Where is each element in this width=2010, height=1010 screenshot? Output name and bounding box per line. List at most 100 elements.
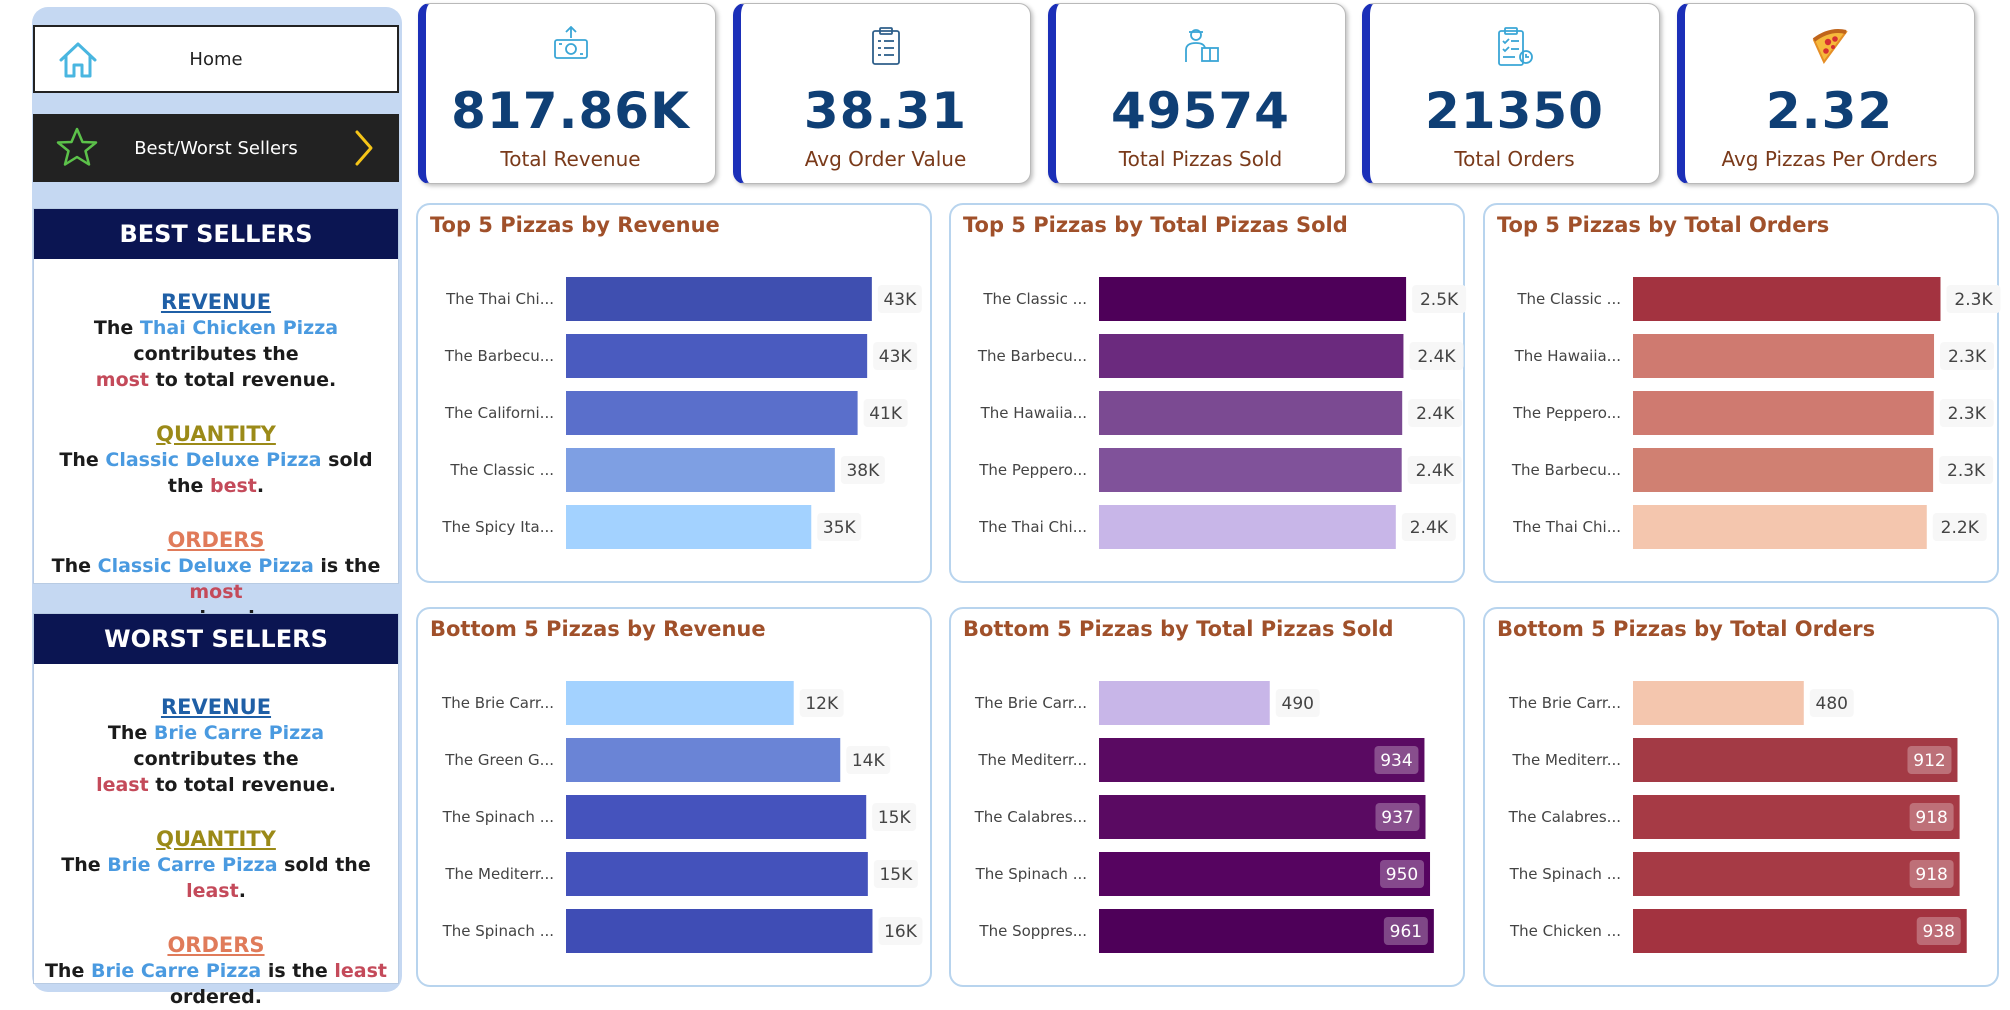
bar[interactable] [1633,391,1934,435]
text: to total revenue. [149,369,337,391]
worst-quantity-title: QUANTITY [156,827,276,851]
text: The [93,317,140,339]
best-sellers-panel: BEST SELLERS REVENUE The Thai Chicken Pi… [33,208,399,629]
text: is the [261,960,335,982]
kpi-card-avg-order-value: 38.31 Avg Order Value [733,3,1031,184]
text: is the [313,555,381,577]
chart-bottom5-orders: The Brie Carr... 480 The Mediterr... 912 The… [1508,681,1967,953]
bar-category-label: The Barbecu... [444,347,554,365]
bar-category-label: The Calabres... [974,808,1087,826]
bar[interactable] [566,852,868,896]
bar-value-label: 937 [1381,808,1413,828]
bar-value-label: 961 [1390,922,1422,942]
kpi-value: 817.86K [451,82,690,140]
bar[interactable] [1633,681,1804,725]
kpi-label: Total Pizzas Sold [1118,147,1283,171]
bar-value-label: 938 [1923,922,1955,942]
bar[interactable] [1099,391,1403,435]
chart-card-top5-orders: Top 5 Pizzas by Total Orders The Classic… [1483,203,2001,583]
bar[interactable] [1633,448,1934,492]
bar-category-label: The Spinach ... [442,808,554,826]
kpi-label: Avg Order Value [804,147,967,171]
worst-sellers-panel: WORST SELLERS REVENUE The Brie Carre Piz… [33,613,399,1008]
bar-value-label: 2.3K [1954,290,1993,310]
bar-category-label: The Chicken ... [1509,922,1621,940]
bar-value-label: 2.3K [1947,461,1986,481]
bar-category-label: The Peppero... [1512,404,1621,422]
chart-top5-pizzas-sold: The Classic ... 2.5K The Barbecu... 2.4K The… [977,277,1467,549]
kpi-value: 49574 [1111,82,1290,140]
text: sold the [277,854,371,876]
bar[interactable] [566,505,812,549]
worst-quantity-emph: least [186,880,239,902]
bar-value-label: 480 [1816,694,1848,714]
bar[interactable] [1099,334,1404,378]
kpi-value: 2.32 [1765,82,1894,140]
bar[interactable] [1633,505,1927,549]
bar[interactable] [566,738,841,782]
bar[interactable] [1633,334,1935,378]
home-nav-label: Home [189,48,243,70]
bar-category-label: The Hawaiia... [980,404,1087,422]
best-worst-sellers-nav-button[interactable]: Best/Worst Sellers [33,114,399,182]
bar[interactable] [566,681,794,725]
best-orders-item: Classic Deluxe Pizza [97,555,314,577]
best-worst-sellers-nav-label: Best/Worst Sellers [134,137,298,159]
text: contributes the [133,343,299,365]
kpi-label: Avg Pizzas Per Orders [1721,147,1938,171]
worst-orders-post: ordered. [170,986,262,1008]
best-quantity-item: Classic Deluxe Pizza [105,449,322,471]
bar[interactable] [566,391,858,435]
order-list-icon [1370,26,1659,68]
bar-category-label: The Spinach ... [442,922,554,940]
bar[interactable] [566,909,873,953]
worst-orders-title: ORDERS [167,933,265,957]
bar[interactable] [1099,448,1402,492]
bar-category-label: The Classic ... [449,461,554,479]
best-revenue-emph: most [95,369,150,391]
bar[interactable] [566,334,868,378]
bar-category-label: The Green G... [444,751,554,769]
bar-category-label: The Calabres... [1508,808,1621,826]
bar[interactable] [566,795,867,839]
worst-revenue-title: REVENUE [160,695,272,719]
bar[interactable] [566,448,835,492]
bar[interactable] [566,277,872,321]
bar-value-label: 2.4K [1417,347,1456,367]
bar-category-label: The Mediterr... [444,865,554,883]
bar[interactable] [1633,277,1941,321]
text: . [256,475,265,497]
sidebar: Home Best/Worst Sellers BEST SELLERS REV… [32,7,402,1008]
text: The [61,854,108,876]
pizza-slice-icon [1685,26,1974,66]
chart-bottom5-revenue: The Brie Carr... 12K The Green G... 14K The … [441,681,923,953]
bar-category-label: The Mediterr... [977,751,1087,769]
bar-value-label: 43K [883,290,917,310]
bar[interactable] [1099,681,1270,725]
text: The [59,449,106,471]
bar[interactable] [1633,909,1967,953]
bar-value-label: 2.4K [1416,404,1455,424]
home-nav-button[interactable]: Home [33,25,399,93]
bar-value-label: 15K [879,865,913,885]
bar[interactable] [1099,505,1396,549]
text: contributes the [133,748,299,770]
bar[interactable] [1099,909,1434,953]
best-quantity-emph: best [210,475,257,497]
chart-bottom5-pizzas-sold: The Brie Carr... 490 The Mediterr... 934 The… [974,681,1434,953]
bar-value-label: 35K [823,518,857,538]
bar-category-label: The Californi... [444,404,554,422]
bar-category-label: The Thai Chi... [978,518,1087,536]
bar-value-label: 41K [869,404,903,424]
kpi-value: 38.31 [803,82,968,140]
clipboard-icon [741,26,1030,66]
bar-value-label: 490 [1282,694,1314,714]
best-revenue-item: Thai Chicken Pizza [139,317,339,339]
kpi-card-avg-pizzas-per-orders: 2.32 Avg Pizzas Per Orders [1677,3,1975,184]
bar[interactable] [1099,277,1407,321]
best-orders-emph: most [189,581,243,603]
chart-top5-orders: The Classic ... 2.3K The Hawaiia... 2.3K The… [1511,277,2001,549]
bar-category-label: The Peppero... [978,461,1087,479]
bar-category-label: The Spinach ... [1509,865,1621,883]
chart-card-bottom5-orders: Bottom 5 Pizzas by Total Orders The Brie… [1483,607,1999,987]
